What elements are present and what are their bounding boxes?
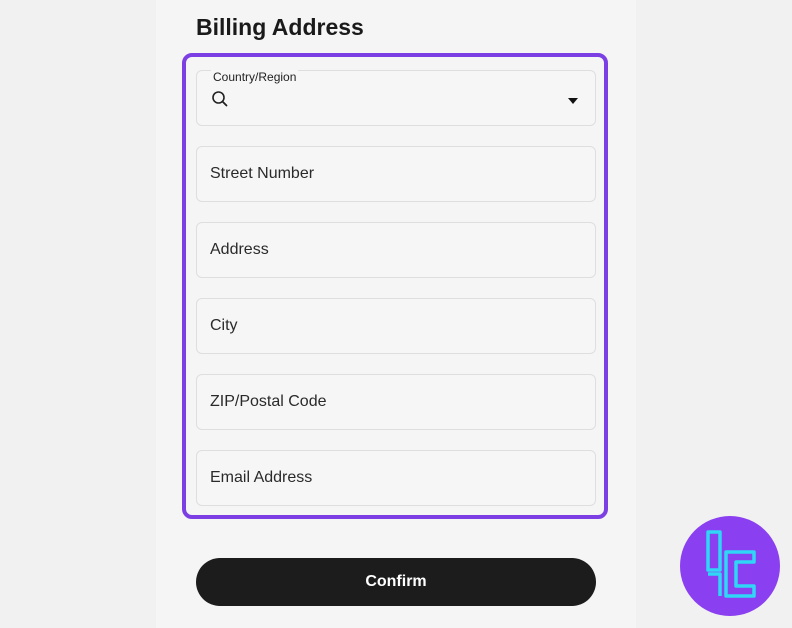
address-placeholder: Address xyxy=(210,241,269,258)
street-number-placeholder: Street Number xyxy=(210,165,315,182)
search-icon xyxy=(211,90,229,108)
logo-mark-icon xyxy=(706,530,756,598)
zip-code-field[interactable]: ZIP/Postal Code xyxy=(196,374,596,430)
email-field[interactable]: Email Address xyxy=(196,450,596,506)
email-placeholder: Email Address xyxy=(210,469,313,486)
zip-code-placeholder: ZIP/Postal Code xyxy=(210,393,327,410)
address-field[interactable]: Address xyxy=(196,222,596,278)
country-select[interactable]: Country/Region xyxy=(196,70,596,126)
brand-logo xyxy=(680,516,780,616)
caret-down-icon[interactable] xyxy=(567,93,579,104)
city-field[interactable]: City xyxy=(196,298,596,354)
street-number-field[interactable]: Street Number xyxy=(196,146,596,202)
page-title: Billing Address xyxy=(196,14,364,40)
country-label: Country/Region xyxy=(211,70,299,84)
city-placeholder: City xyxy=(210,317,238,334)
confirm-button[interactable]: Confirm xyxy=(196,558,596,606)
